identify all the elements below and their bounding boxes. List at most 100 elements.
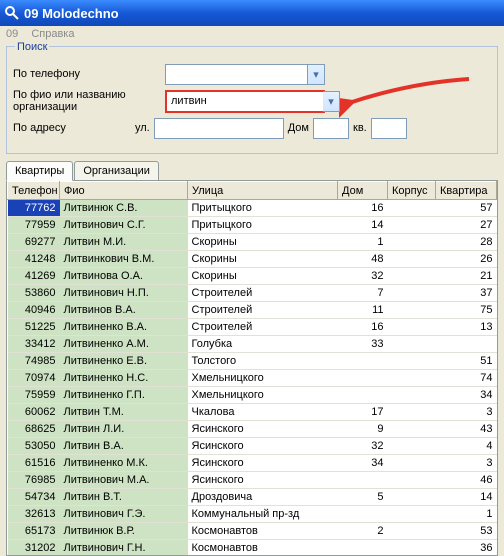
table-cell (338, 472, 388, 489)
table-row[interactable]: 41269Литвинова О.А.Скорины3221 (8, 268, 497, 285)
table-cell: 3 (436, 455, 497, 472)
table-cell: Литвинович М.А. (60, 472, 188, 489)
fio-search-input[interactable] (165, 90, 325, 113)
table-cell: Литвинюк В.Р. (60, 523, 188, 540)
table-row[interactable]: 77762Литвинюк С.В.Притыцкого1657 (8, 200, 497, 217)
table-cell: Литвиненко Г.П. (60, 387, 188, 404)
table-row[interactable]: 76985Литвинович М.А.Ясинского46 (8, 472, 497, 489)
table-cell (338, 506, 388, 523)
table-cell: Литвинович Г.Н. (60, 540, 188, 556)
tab-orgs[interactable]: Организации (74, 161, 159, 181)
col-phone[interactable]: Телефон (8, 182, 60, 200)
flat-input[interactable] (371, 118, 407, 139)
table-cell: Литвинов В.А. (60, 302, 188, 319)
chevron-down-icon[interactable]: ▾ (323, 91, 340, 112)
table-cell: Космонавтов (188, 523, 338, 540)
table-cell: Литвинович Г.Э. (60, 506, 188, 523)
tab-strip: Квартиры Организации (6, 160, 504, 180)
table-cell: Литвин В.Т. (60, 489, 188, 506)
table-cell: 37 (436, 285, 497, 302)
table-cell: Дроздовича (188, 489, 338, 506)
table-cell: Строителей (188, 302, 338, 319)
table-cell: Литвиненко А.М. (60, 336, 188, 353)
table-row[interactable]: 33412Литвиненко А.М.Голубка33 (8, 336, 497, 353)
table-cell: Ясинского (188, 455, 338, 472)
chevron-down-icon[interactable]: ▾ (307, 65, 324, 84)
house-input[interactable] (313, 118, 349, 139)
table-cell (338, 353, 388, 370)
table-cell: 16 (338, 200, 388, 217)
table-cell: 1 (436, 506, 497, 523)
table-cell: 74985 (8, 353, 60, 370)
table-row[interactable]: 54734Литвин В.Т.Дроздовича514 (8, 489, 497, 506)
table-cell: Литвинюк С.В. (60, 200, 188, 217)
table-cell: 74 (436, 370, 497, 387)
menu-09[interactable]: 09 (6, 28, 18, 40)
table-row[interactable]: 41248Литвинкович В.М.Скорины4826 (8, 251, 497, 268)
table-cell: Скорины (188, 268, 338, 285)
col-house[interactable]: Дом (338, 182, 388, 200)
tab-flats[interactable]: Квартиры (6, 161, 73, 181)
table-cell: Скорины (188, 234, 338, 251)
menu-bar: 09 Справка (0, 26, 504, 42)
table-row[interactable]: 61516Литвиненко М.К.Ясинского343 (8, 455, 497, 472)
table-cell: 14 (338, 217, 388, 234)
table-cell: 17 (338, 404, 388, 421)
table-cell: Притыцкого (188, 217, 338, 234)
table-row[interactable]: 70974Литвиненко Н.С.Хмельницкого74 (8, 370, 497, 387)
table-row[interactable]: 53050Литвин В.А.Ясинского324 (8, 438, 497, 455)
table-cell (388, 421, 436, 438)
table-cell: 3 (436, 404, 497, 421)
table-cell: 60062 (8, 404, 60, 421)
table-cell: 11 (338, 302, 388, 319)
table-cell (388, 523, 436, 540)
table-row[interactable]: 68625Литвин Л.И.Ясинского943 (8, 421, 497, 438)
table-row[interactable]: 69277Литвин М.И.Скорины128 (8, 234, 497, 251)
table-cell (388, 319, 436, 336)
table-row[interactable]: 51225Литвиненко В.А.Строителей1613 (8, 319, 497, 336)
table-row[interactable]: 65173Литвинюк В.Р.Космонавтов253 (8, 523, 497, 540)
table-cell: 70974 (8, 370, 60, 387)
table-cell: 31202 (8, 540, 60, 556)
col-fio[interactable]: Фио (60, 182, 188, 200)
street-label: ул. (135, 122, 150, 134)
table-row[interactable]: 60062Литвин Т.М.Чкалова173 (8, 404, 497, 421)
table-cell: 77959 (8, 217, 60, 234)
phone-search-combo[interactable]: ▾ (165, 64, 325, 85)
table-cell: 75959 (8, 387, 60, 404)
table-cell: Строителей (188, 319, 338, 336)
street-input[interactable] (154, 118, 284, 139)
table-cell (388, 200, 436, 217)
col-street[interactable]: Улица (188, 182, 338, 200)
table-cell: 9 (338, 421, 388, 438)
table-cell: 16 (338, 319, 388, 336)
table-cell: 41269 (8, 268, 60, 285)
table-cell: 28 (436, 234, 497, 251)
table-cell (388, 336, 436, 353)
flat-label: кв. (353, 122, 367, 134)
table-cell: 61516 (8, 455, 60, 472)
table-cell: 69277 (8, 234, 60, 251)
col-flat[interactable]: Квартира (436, 182, 497, 200)
table-header-row: Телефон Фио Улица Дом Корпус Квартира (8, 182, 497, 200)
table-row[interactable]: 31202Литвинович Г.Н.Космонавтов36 (8, 540, 497, 556)
table-cell: 26 (436, 251, 497, 268)
table-cell: Литвинович Н.П. (60, 285, 188, 302)
table-cell: Строителей (188, 285, 338, 302)
table-row[interactable]: 53860Литвинович Н.П.Строителей737 (8, 285, 497, 302)
window-title: 09 Molodechno (24, 6, 119, 21)
table-row[interactable]: 40946Литвинов В.А.Строителей1175 (8, 302, 497, 319)
menu-help[interactable]: Справка (31, 28, 74, 40)
results-table[interactable]: Телефон Фио Улица Дом Корпус Квартира 77… (7, 181, 497, 556)
results-panel: Телефон Фио Улица Дом Корпус Квартира 77… (6, 180, 498, 556)
table-row[interactable]: 74985Литвиненко Е.В.Толстого51 (8, 353, 497, 370)
table-row[interactable]: 77959Литвинович С.Г.Притыцкого1427 (8, 217, 497, 234)
table-cell: 27 (436, 217, 497, 234)
col-korpus[interactable]: Корпус (388, 182, 436, 200)
table-row[interactable]: 32613Литвинович Г.Э.Коммунальный пр-зд1 (8, 506, 497, 523)
table-cell: Ясинского (188, 421, 338, 438)
table-cell (388, 302, 436, 319)
table-cell (388, 438, 436, 455)
table-row[interactable]: 75959Литвиненко Г.П.Хмельницкого34 (8, 387, 497, 404)
table-cell: 14 (436, 489, 497, 506)
